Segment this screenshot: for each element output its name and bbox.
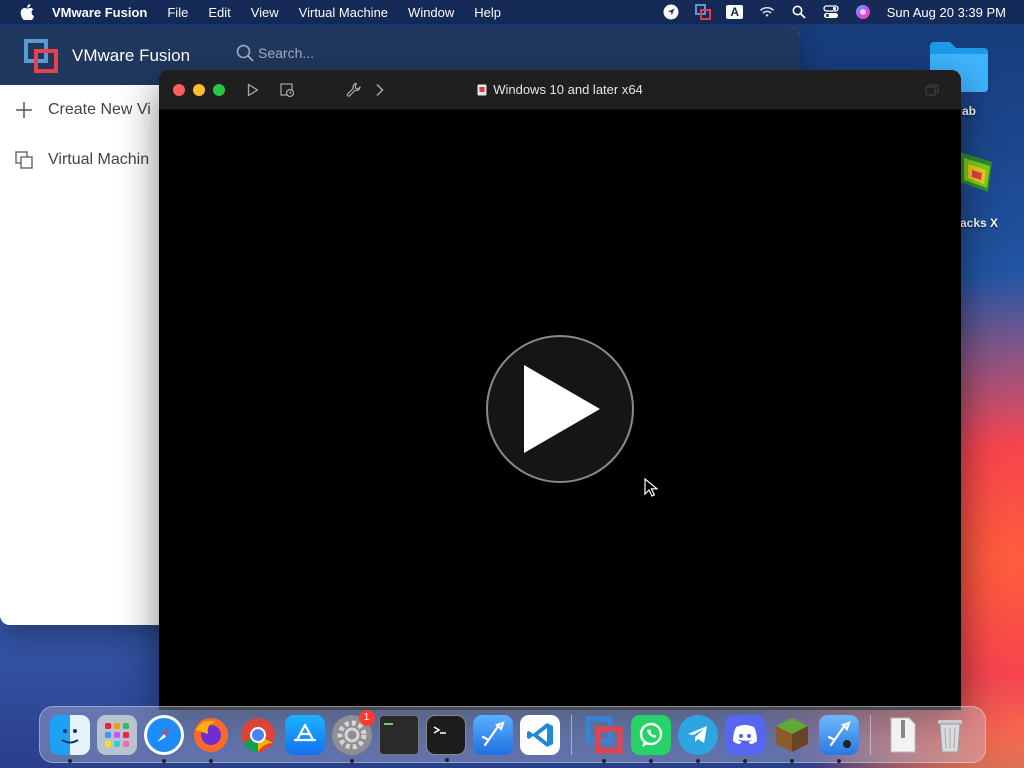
dock-telegram[interactable] [677, 714, 718, 763]
restore-window-icon[interactable] [923, 81, 941, 99]
sidebar-virtual-machines[interactable]: Virtual Machin [0, 135, 160, 185]
xcode-icon [481, 720, 505, 746]
firefox-icon [193, 717, 228, 752]
dock: 1 [39, 706, 986, 763]
running-indicator [349, 758, 354, 763]
discord-icon [732, 724, 757, 744]
notification-badge: 1 [358, 709, 375, 726]
vmware-status-icon[interactable] [693, 4, 713, 20]
xcode-beta-icon [827, 720, 851, 748]
dock-archive-utility[interactable] [883, 715, 923, 755]
running-indicator [601, 758, 606, 763]
running-indicator [444, 757, 449, 762]
vm-window: Windows 10 and later x64 [159, 70, 961, 710]
dock-app-store[interactable] [284, 714, 325, 755]
dock-launchpad[interactable] [96, 714, 137, 755]
dock-trash[interactable] [930, 715, 970, 755]
power-on-play-button[interactable] [486, 335, 634, 483]
dock-vscode[interactable] [519, 714, 560, 755]
mouse-cursor-icon [644, 478, 658, 497]
dock-minecraft[interactable] [772, 715, 812, 763]
menu-bar: VMware Fusion File Edit View Virtual Mac… [0, 0, 1024, 24]
running-indicator [648, 758, 653, 763]
dock-firefox[interactable] [191, 715, 231, 763]
menu-window[interactable]: Window [408, 5, 454, 20]
running-indicator [161, 758, 166, 763]
dock-chrome[interactable] [238, 715, 278, 755]
spotlight-search-icon[interactable] [789, 4, 809, 20]
desktop-folder-label: ab [962, 104, 977, 118]
keyboard-input-icon[interactable]: A [725, 4, 745, 20]
whatsapp-icon [639, 722, 662, 747]
running-indicator [695, 758, 700, 763]
sidebar-create-new-label: Create New Vi [48, 101, 151, 118]
wifi-icon[interactable] [757, 4, 777, 20]
menu-view[interactable]: View [251, 5, 279, 20]
control-center-icon[interactable] [821, 4, 841, 20]
sidebar-virtual-machines-label: Virtual Machin [48, 151, 150, 168]
menu-file[interactable]: File [167, 5, 188, 20]
desktop-bluestacks-item[interactable]: acks X [956, 150, 998, 230]
location-icon[interactable] [661, 4, 681, 20]
vm-title-text: Windows 10 and later x64 [493, 82, 643, 97]
siri-icon[interactable] [853, 4, 873, 20]
dock-vmware-fusion[interactable] [584, 715, 624, 763]
virtual-machines-icon [12, 148, 36, 172]
minecraft-icon [775, 717, 808, 752]
vm-titlebar: Windows 10 and later x64 [159, 70, 961, 110]
sidebar-create-new[interactable]: Create New Vi [0, 85, 160, 135]
vmware-logo-icon [24, 39, 58, 73]
menu-edit[interactable]: Edit [208, 5, 230, 20]
input-source-label: A [726, 5, 744, 19]
exec-terminal-icon [383, 722, 393, 725]
dock-terminal[interactable] [425, 714, 466, 762]
menu-app-name[interactable]: VMware Fusion [52, 5, 147, 20]
safari-icon [146, 717, 181, 752]
menu-clock[interactable]: Sun Aug 20 3:39 PM [887, 5, 1006, 20]
apple-menu-icon[interactable] [16, 4, 38, 20]
chrome-icon [240, 717, 275, 752]
document-icon [477, 84, 487, 95]
dock-separator [571, 714, 572, 755]
dock-xcode-beta[interactable] [818, 714, 859, 763]
plus-icon [12, 98, 36, 122]
vscode-icon [526, 722, 553, 747]
dock-finder[interactable] [49, 714, 90, 763]
telegram-icon [687, 725, 707, 743]
bluestacks-icon [960, 152, 992, 192]
running-indicator [742, 758, 747, 763]
vmware-fusion-icon [585, 716, 622, 753]
dock-xcode[interactable] [472, 714, 513, 755]
search-placeholder: Search... [258, 45, 315, 61]
terminal-icon [433, 725, 446, 734]
running-indicator [208, 758, 213, 763]
library-search-field[interactable]: Search... [236, 44, 314, 62]
desktop-bluestacks-label: acks X [960, 216, 999, 230]
library-title: VMware Fusion [72, 46, 191, 65]
launchpad-icon [104, 722, 129, 747]
trash-icon [937, 719, 962, 752]
dock-separator [870, 714, 871, 755]
running-indicator [789, 758, 794, 763]
dock-whatsapp[interactable] [630, 714, 671, 763]
running-indicator [67, 758, 72, 763]
app-store-icon [293, 723, 316, 741]
menu-virtual-machine[interactable]: Virtual Machine [299, 5, 388, 20]
running-indicator [836, 758, 841, 763]
finder-icon [60, 728, 79, 743]
archive-file-icon [890, 717, 915, 752]
vm-title: Windows 10 and later x64 [159, 82, 961, 97]
big-play-icon [524, 365, 600, 453]
dock-system-settings[interactable]: 1 [331, 709, 375, 763]
search-icon [236, 44, 254, 62]
library-sidebar: Create New Vi Virtual Machin [0, 85, 160, 625]
dock-safari[interactable] [143, 714, 184, 763]
menu-help[interactable]: Help [474, 5, 501, 20]
dock-discord[interactable] [724, 714, 765, 763]
dock-exec-terminal[interactable] [378, 714, 419, 755]
